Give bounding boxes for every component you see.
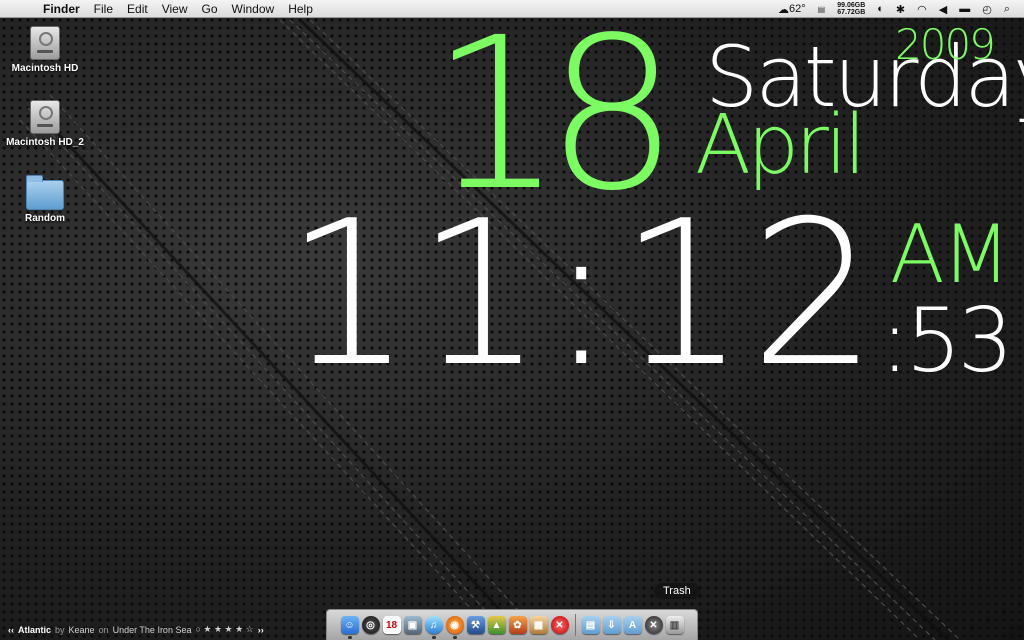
disk-a-label: 99.06GB	[837, 2, 866, 9]
menu-help[interactable]: Help	[281, 0, 320, 18]
disk-icon: ▤	[817, 4, 826, 14]
on-label: on	[98, 624, 109, 635]
disk-b-label: 67.72GB	[837, 9, 866, 16]
dock-tooltip: Trash	[654, 583, 700, 599]
menu-finder[interactable]: Finder	[36, 0, 87, 18]
pdf-icon[interactable]: ▦	[529, 616, 548, 634]
itunes-icon[interactable]: ♫	[424, 616, 443, 639]
system-icon[interactable]: ✕	[644, 616, 663, 634]
song-title: Atlantic	[18, 624, 52, 635]
clock-seconds: :53	[880, 289, 1014, 392]
downloads-folder-icon[interactable]: ⇩	[602, 616, 621, 634]
bluetooth-icon[interactable]: ✱	[890, 3, 911, 16]
folder-icon	[26, 175, 64, 210]
menu-edit[interactable]: Edit	[120, 0, 155, 18]
temperature: 62°	[789, 3, 806, 15]
date-month: April	[695, 98, 866, 193]
artist-name: Keane	[68, 624, 95, 635]
rating-stars[interactable]: ○ ★ ★ ★ ★ ☆	[195, 624, 253, 635]
hard-drive-icon	[30, 100, 60, 134]
applications-folder-icon[interactable]: A	[623, 616, 642, 634]
preview-icon[interactable]: ▣	[403, 616, 422, 634]
activity-monitor-icon[interactable]: ▲	[487, 616, 506, 634]
now-playing-bar: ‹‹ Atlantic by Keane on Under The Iron S…	[8, 624, 264, 635]
dock: ☺ ◎ 18 ▣ ♫ ◉ ⚒ ▲ ✿ ▦ ✕ ▤ ⇩ A ✕ ▥	[326, 609, 698, 640]
menu-window[interactable]: Window	[225, 0, 282, 18]
dashboard-icon[interactable]: ◎	[361, 616, 380, 634]
flag-icon[interactable]: ▬	[953, 3, 976, 15]
volume-icon[interactable]: ◀	[933, 3, 953, 16]
desktop-icon-macintosh-hd[interactable]: Macintosh HD	[0, 26, 90, 74]
date-year: 2009	[895, 20, 996, 69]
finder-icon[interactable]: ☺	[340, 616, 359, 639]
desktop-icon-macintosh-hd-2[interactable]: Macintosh HD_2	[0, 100, 90, 148]
icon-label: Macintosh HD_2	[6, 137, 84, 148]
clock-time: 11:12	[285, 178, 882, 411]
menu-file[interactable]: File	[87, 0, 120, 18]
status-menus: ☁ 62° ▤ 99.06GB 67.72GB ◐ ✱ ◠ ◀ ▬ ◴ ⌕	[772, 0, 1016, 18]
firefox-icon[interactable]: ◉	[445, 616, 464, 639]
trash-icon[interactable]: ▥	[665, 616, 684, 634]
album-name: Under The Iron Sea	[112, 624, 192, 635]
desktop-icon-random[interactable]: Random	[0, 175, 90, 224]
xcode-icon[interactable]: ⚒	[466, 616, 485, 634]
time-machine-icon[interactable]: ◴	[976, 3, 998, 16]
icon-label: Macintosh HD	[11, 63, 79, 74]
ical-icon[interactable]: 18	[382, 616, 401, 634]
spotlight-icon[interactable]: ⌕	[998, 3, 1016, 16]
stop-icon[interactable]: ✕	[550, 616, 569, 634]
by-label: by	[55, 624, 65, 635]
photos-icon[interactable]: ✿	[508, 616, 527, 634]
dock-separator	[574, 614, 576, 636]
sync-icon[interactable]: ◐	[871, 3, 890, 15]
documents-folder-icon[interactable]: ▤	[581, 616, 600, 634]
weather-icon[interactable]: ☁ 62°	[772, 3, 812, 16]
menu-go[interactable]: Go	[195, 0, 225, 18]
hard-drive-icon	[30, 26, 60, 60]
next-track-button[interactable]: ››	[258, 625, 264, 635]
previous-track-button[interactable]: ‹‹	[8, 625, 14, 635]
clock-ampm: AM	[890, 208, 1011, 301]
icon-label: Random	[25, 213, 65, 224]
wifi-icon[interactable]: ◠	[911, 3, 933, 16]
menu-view[interactable]: View	[155, 0, 195, 18]
disk-usage[interactable]: 99.06GB 67.72GB	[831, 2, 871, 16]
